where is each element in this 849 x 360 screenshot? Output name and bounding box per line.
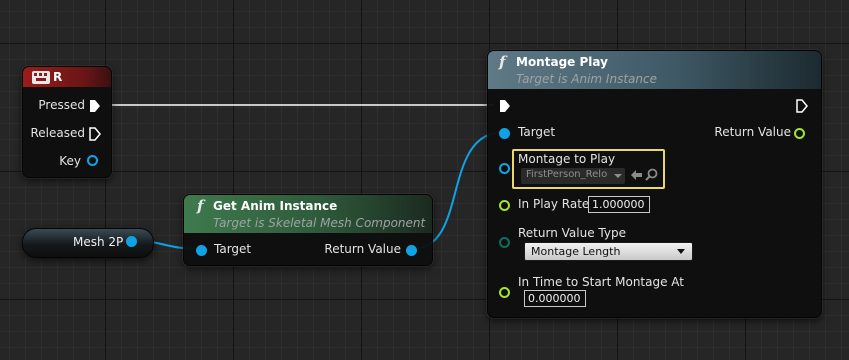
- target-label: Target: [518, 125, 556, 139]
- keyboard-icon: [32, 71, 50, 84]
- in-time-to-start-pin[interactable]: [499, 287, 510, 298]
- mesh-output-pin[interactable]: [126, 236, 137, 247]
- released-label: Released: [30, 126, 85, 140]
- function-icon: f: [499, 53, 506, 71]
- return-value-type-value: Montage Length: [531, 245, 621, 258]
- released-exec-pin[interactable]: [89, 127, 101, 141]
- return-value-type-pin[interactable]: [499, 237, 510, 248]
- browse-search-icon[interactable]: [645, 168, 658, 181]
- montage-to-play-label: Montage to Play: [518, 152, 616, 166]
- pressed-exec-pin[interactable]: [89, 99, 101, 113]
- return-value-type-label: Return Value Type: [518, 226, 626, 240]
- get-anim-instance-node[interactable]: f Get Anim Instance Target is Skeletal M…: [183, 194, 433, 266]
- mesh-variable-label: Mesh 2P: [73, 235, 124, 249]
- key-pin[interactable]: [87, 155, 98, 166]
- key-label: Key: [59, 154, 81, 168]
- input-event-node[interactable]: R Pressed Released Key: [22, 66, 112, 178]
- return-value-pin[interactable]: [406, 245, 417, 256]
- in-play-rate-label: In Play Rate: [518, 197, 590, 211]
- mesh-variable-node[interactable]: Mesh 2P: [22, 228, 154, 258]
- node-title: R: [53, 70, 63, 84]
- return-value-label: Return Value: [324, 242, 401, 256]
- in-play-rate-pin[interactable]: [499, 200, 510, 211]
- montage-asset-dropdown[interactable]: FirstPerson_Relo: [521, 168, 625, 184]
- target-input-pin[interactable]: [196, 245, 207, 256]
- return-value-label: Return Value: [714, 125, 791, 139]
- node-title: Montage Play: [516, 55, 608, 69]
- montage-asset-value: FirstPerson_Relo: [526, 169, 608, 180]
- in-time-to-start-label: In Time to Start Montage At: [518, 275, 685, 289]
- function-icon: f: [197, 197, 204, 215]
- montage-to-play-pin[interactable]: [499, 163, 510, 174]
- exec-output-pin[interactable]: [796, 99, 808, 113]
- return-value-type-dropdown[interactable]: Montage Length: [524, 242, 693, 261]
- target-input-pin[interactable]: [499, 128, 510, 139]
- target-label: Target: [214, 242, 252, 256]
- node-title: Get Anim Instance: [213, 199, 338, 213]
- in-time-to-start-input[interactable]: [524, 290, 586, 307]
- dropdown-arrow-icon: [614, 174, 622, 178]
- node-subtitle: Target is Anim Instance: [516, 72, 657, 86]
- node-subtitle: Target is Skeletal Mesh Component: [213, 216, 426, 230]
- use-selected-arrow-icon[interactable]: [630, 169, 643, 181]
- dropdown-arrow-icon: [677, 249, 685, 254]
- exec-input-pin[interactable]: [499, 99, 511, 113]
- pressed-label: Pressed: [38, 98, 85, 112]
- montage-play-node[interactable]: f Montage Play Target is Anim Instance T…: [487, 50, 822, 318]
- in-play-rate-input[interactable]: [588, 196, 650, 213]
- return-value-pin[interactable]: [794, 128, 805, 139]
